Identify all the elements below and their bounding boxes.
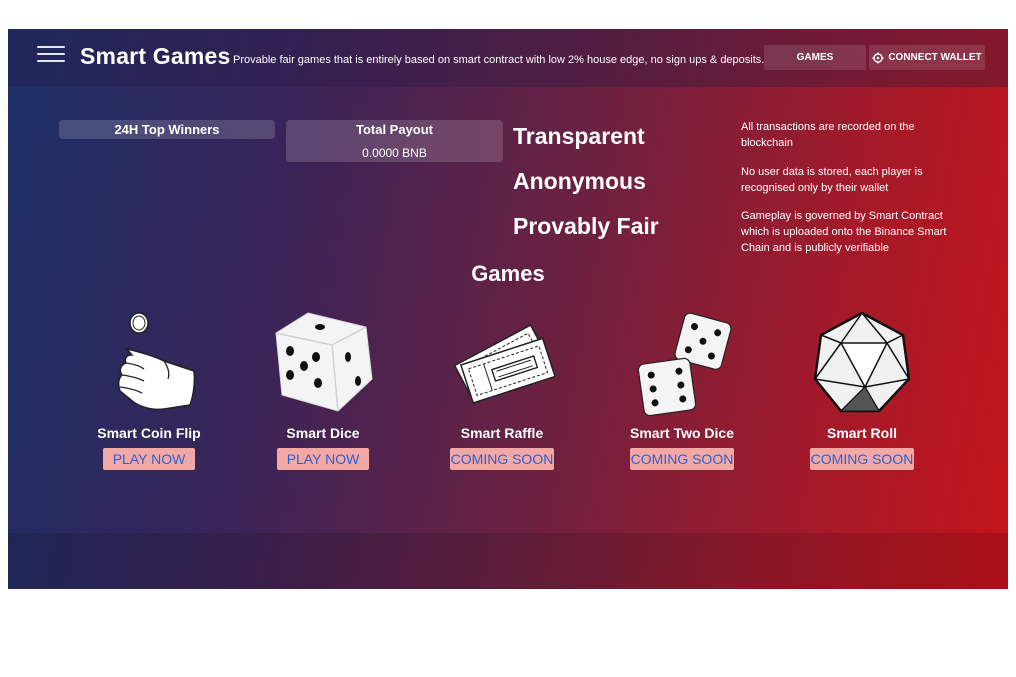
total-payout-title: Total Payout — [355, 122, 434, 137]
connect-wallet-label: CONNECT WALLET — [888, 52, 982, 63]
brand-tagline: Provable fair games that is entirely bas… — [233, 54, 765, 66]
connect-wallet-button[interactable]: CONNECT WALLET — [869, 45, 985, 70]
play-now-button[interactable]: PLAY NOW — [276, 448, 370, 470]
coming-soon-button[interactable]: COMING SOON — [629, 448, 735, 470]
feature-title-anonymous: Anonymous — [513, 168, 646, 194]
feature-desc-provably-fair: Gameplay is governed by Smart Contract w… — [741, 210, 947, 254]
game-card-two-dice: Smart Two Dice COMING SOON — [612, 309, 752, 470]
dice-icon — [275, 312, 373, 412]
menu-icon[interactable] — [37, 46, 65, 64]
ticket-icon — [453, 324, 556, 404]
brand-title: Smart Games — [80, 43, 231, 69]
top-winners-panel: 24H Top Winners — [59, 120, 275, 139]
play-now-button[interactable]: PLAY NOW — [102, 448, 196, 470]
feature-title-transparent: Transparent — [513, 123, 645, 149]
game-name: Smart Raffle — [460, 425, 544, 441]
footer-shade — [8, 533, 1008, 589]
total-payout-panel: Total Payout 0.0000 BNB — [286, 120, 503, 162]
top-winners-title: 24H Top Winners — [114, 122, 220, 137]
game-name: Smart Two Dice — [630, 425, 734, 441]
game-name: Smart Dice — [286, 425, 360, 441]
top-header: Smart Games Provable fair games that is … — [8, 29, 1008, 87]
games-heading: Games — [471, 261, 545, 286]
game-name: Smart Roll — [826, 425, 897, 441]
games-button[interactable]: GAMES — [764, 45, 866, 70]
total-payout-value: 0.0000 BNB — [362, 146, 427, 160]
feature-title-provably-fair: Provably Fair — [513, 213, 659, 239]
game-card-dice: Smart Dice PLAY NOW — [253, 309, 393, 470]
feature-desc-transparent: All transactions are recorded on the blo… — [741, 121, 915, 149]
game-card-roll: Smart Roll COMING SOON — [792, 309, 932, 470]
two-dice-icon — [637, 312, 732, 417]
game-card-coin-flip: Smart Coin Flip PLAY NOW — [79, 309, 219, 470]
feature-desc-anonymous: No user data is stored, each player is r… — [741, 166, 923, 194]
game-name: Smart Coin Flip — [97, 425, 201, 441]
game-card-raffle: Smart Raffle COMING SOON — [432, 309, 572, 470]
wallet-icon — [872, 52, 884, 63]
d20-icon — [813, 311, 911, 413]
coming-soon-button[interactable]: COMING SOON — [449, 448, 555, 470]
coming-soon-button[interactable]: COMING SOON — [809, 448, 915, 470]
coin-flip-icon — [117, 312, 196, 411]
app-container: Smart Games Provable fair games that is … — [8, 29, 1008, 589]
